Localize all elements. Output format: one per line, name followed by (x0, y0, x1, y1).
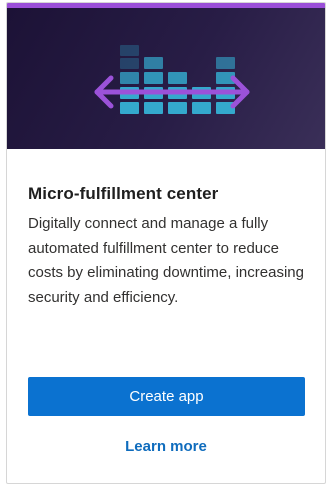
warehouse-bars-with-double-arrow-icon (94, 45, 250, 114)
create-app-button[interactable]: Create app (28, 377, 305, 416)
card-description: Digitally connect and manage a fully aut… (28, 215, 304, 306)
hero-tiles-faint (120, 45, 139, 69)
template-card: Micro-fulfillment center Digitally conne… (6, 2, 326, 484)
card-title: Micro-fulfillment center (28, 184, 219, 203)
learn-more-link[interactable]: Learn more (7, 438, 325, 455)
card-hero-banner (7, 3, 325, 149)
